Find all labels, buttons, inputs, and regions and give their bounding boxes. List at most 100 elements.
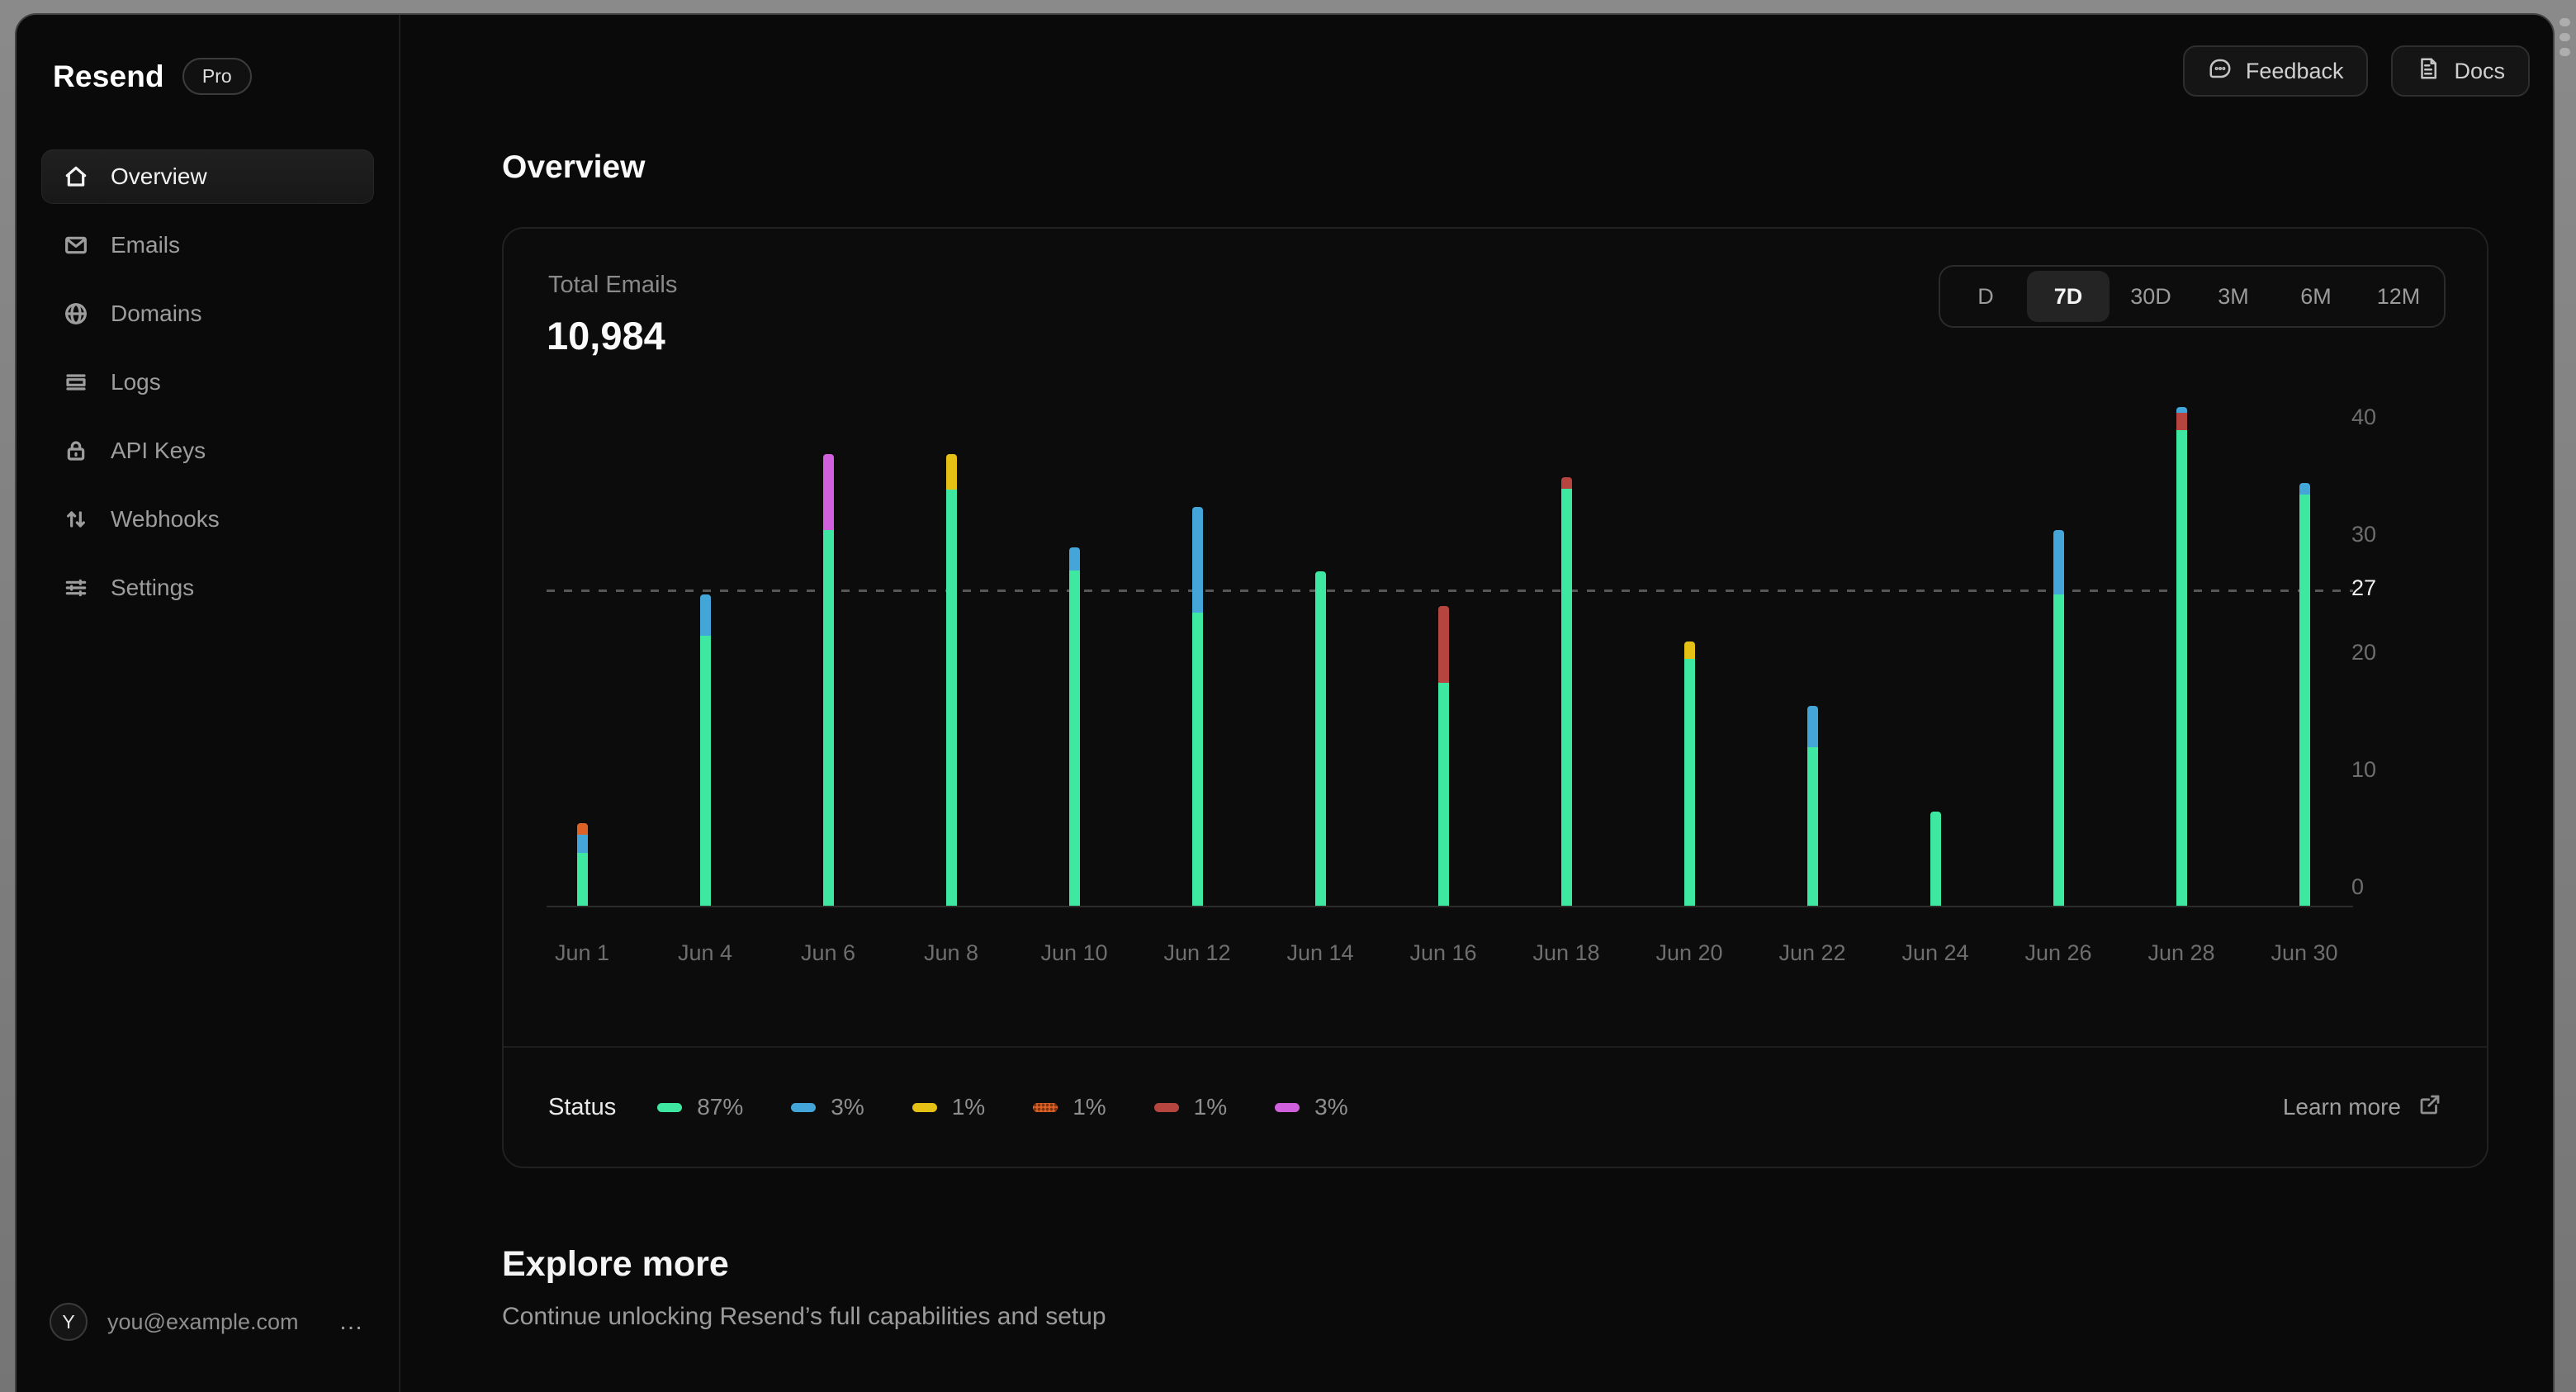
explore-section: Explore more Continue unlocking Resend’s… <box>502 1244 2553 1331</box>
bar-jun-8[interactable] <box>945 454 957 906</box>
sidebar-item-overview[interactable]: Overview <box>41 149 374 204</box>
sidebar-item-domains[interactable]: Domains <box>41 286 374 341</box>
legend-item-blue: 3% <box>791 1094 864 1120</box>
bar-jun-6[interactable] <box>822 454 834 906</box>
range-6m[interactable]: 6M <box>2275 271 2357 322</box>
bar-jun-12[interactable] <box>1191 507 1203 906</box>
bar-segment-blue <box>576 835 588 853</box>
docs-button[interactable]: Docs <box>2391 45 2530 97</box>
feedback-button[interactable]: Feedback <box>2182 45 2369 97</box>
bar-segment-green <box>1191 612 1203 906</box>
sliders-icon <box>65 579 87 597</box>
x-axis-label: Jun 30 <box>2271 940 2338 965</box>
bar-segment-blue <box>2053 530 2064 595</box>
lock-icon <box>67 441 85 461</box>
range-30d[interactable]: 30D <box>2110 271 2192 322</box>
sidebar-item-webhooks[interactable]: Webhooks <box>41 492 374 547</box>
x-axis-label: Jun 10 <box>1040 940 1108 965</box>
bar-segment-green <box>1314 571 1326 906</box>
range-d[interactable]: D <box>1944 271 2027 322</box>
total-emails-card: Total Emails 10,984 D 7D 30D 3M 6M 12M Jun 1 J… <box>502 227 2488 1168</box>
window-scroll-indicator[interactable] <box>2559 18 2571 56</box>
page-title: Overview <box>502 149 646 185</box>
document-icon <box>2416 56 2441 87</box>
bar-segment-green <box>1930 812 1941 906</box>
learn-more-link[interactable]: Learn more <box>2283 1092 2442 1123</box>
bar-jun-4[interactable] <box>699 594 711 906</box>
bar-segment-orange <box>576 823 588 836</box>
bar-jun-28[interactable] <box>2176 407 2187 906</box>
sidebar-item-logs[interactable]: Logs <box>41 355 374 410</box>
app-logo: Resend <box>53 59 164 93</box>
legend-swatch-orange <box>1033 1102 1058 1112</box>
bar-jun-26[interactable] <box>2053 530 2064 906</box>
external-link-icon <box>2417 1092 2442 1123</box>
bar-segment-green <box>822 530 834 906</box>
bar-jun-30[interactable] <box>2299 483 2310 906</box>
bar-jun-16[interactable] <box>1437 606 1449 906</box>
user-row[interactable]: Y you@example.com … <box>41 1303 374 1341</box>
bar-jun-10[interactable] <box>1068 547 1080 906</box>
globe-icon <box>65 303 87 324</box>
bar-segment-green <box>1068 571 1080 906</box>
legend-item-yellow: 1% <box>912 1094 985 1120</box>
sidebar-item-emails[interactable]: Emails <box>41 218 374 272</box>
plan-badge: Pro <box>182 58 252 95</box>
sidebar-item-label: API Keys <box>111 438 206 463</box>
y-tick-highlight: 27 <box>2351 575 2377 601</box>
sidebar-item-label: Logs <box>111 369 161 395</box>
range-3m[interactable]: 3M <box>2192 271 2275 322</box>
logs-icon <box>66 374 86 391</box>
x-axis-label: Jun 8 <box>923 940 979 965</box>
mail-icon <box>65 236 87 254</box>
bar-segment-red <box>2176 413 2187 431</box>
bar-jun-20[interactable] <box>1683 642 1695 906</box>
y-tick: 40 <box>2351 405 2377 430</box>
card-footer: Status 87% 3% 1% 1% 1% 3% Learn more <box>504 1046 2487 1167</box>
app-window: Resend Pro Overview Emails Domains Logs API … <box>15 13 2555 1392</box>
legend-title: Status <box>548 1093 617 1120</box>
range-12m[interactable]: 12M <box>2357 271 2440 322</box>
average-dashed-line <box>547 589 2353 592</box>
sidebar-item-api-keys[interactable]: API Keys <box>41 424 374 478</box>
bar-segment-green <box>2053 594 2064 906</box>
bar-jun-14[interactable] <box>1314 571 1326 906</box>
bar-segment-green <box>576 852 588 906</box>
bar-segment-green <box>699 635 711 906</box>
explore-title: Explore more <box>502 1244 729 1284</box>
sidebar-item-label: Emails <box>111 232 181 258</box>
legend-item-orange: 1% <box>1033 1094 1106 1120</box>
x-axis-label: Jun 16 <box>1409 940 1477 965</box>
x-axis-label: Jun 28 <box>2147 940 2215 965</box>
bar-segment-blue <box>1807 706 1818 747</box>
top-actions: Feedback Docs <box>400 15 2553 97</box>
bar-segment-green <box>1807 746 1818 906</box>
bar-jun-18[interactable] <box>1560 477 1572 906</box>
y-tick: 20 <box>2351 639 2377 665</box>
arrows-up-down-icon <box>67 511 85 528</box>
y-tick: 10 <box>2351 756 2377 782</box>
x-axis-label: Jun 4 <box>677 940 733 965</box>
sidebar: Resend Pro Overview Emails Domains Logs API … <box>17 15 400 1392</box>
range-7d[interactable]: 7D <box>2027 271 2110 322</box>
bar-segment-blue <box>699 594 711 636</box>
bar-segment-yellow <box>945 454 957 490</box>
bar-jun-22[interactable] <box>1807 706 1818 906</box>
bar-jun-1[interactable] <box>576 823 588 906</box>
x-axis-label: Jun 12 <box>1163 940 1231 965</box>
user-menu-ellipsis-icon[interactable]: … <box>339 1308 366 1336</box>
bar-segment-green <box>1437 682 1449 906</box>
bar-segment-purple <box>822 454 834 531</box>
avatar: Y <box>50 1303 88 1341</box>
metric-label: Total Emails <box>548 272 678 298</box>
sidebar-item-label: Webhooks <box>111 506 220 532</box>
legend-swatch-green <box>657 1102 683 1112</box>
sidebar-item-settings[interactable]: Settings <box>41 561 374 615</box>
x-axis-label: Jun 26 <box>2024 940 2092 965</box>
legend-item-green: 87% <box>657 1094 743 1120</box>
learn-more-label: Learn more <box>2282 1094 2401 1120</box>
legend-swatch-blue <box>791 1102 817 1112</box>
x-axis-label: Jun 6 <box>800 940 856 965</box>
bar-jun-24[interactable] <box>1930 812 1941 906</box>
metric-value: 10,984 <box>547 314 665 357</box>
